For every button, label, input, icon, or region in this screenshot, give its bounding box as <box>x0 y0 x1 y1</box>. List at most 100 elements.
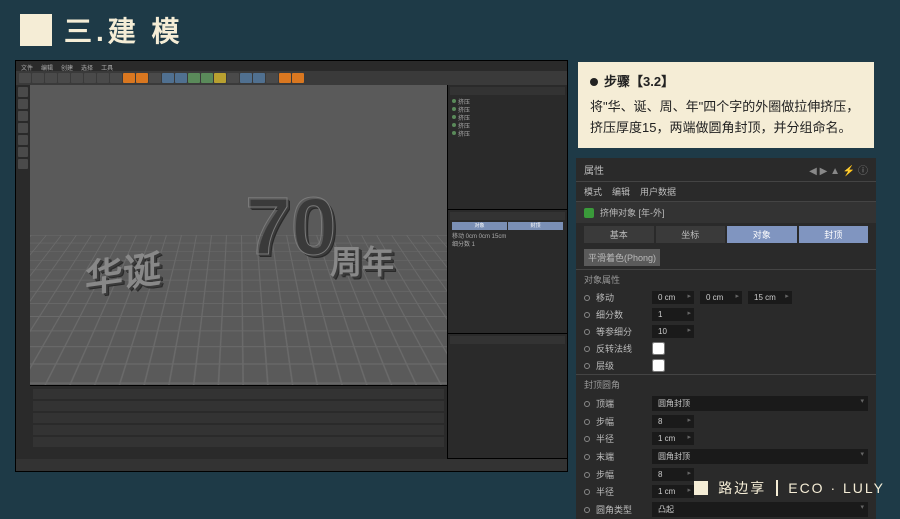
tool-rotate-icon[interactable] <box>97 73 109 83</box>
tab-caps[interactable]: 封顶 <box>799 226 869 243</box>
3d-text-huadan: 华诞 <box>85 238 161 304</box>
menubar[interactable]: 文件 编辑 创建 选择 工具 <box>16 61 567 71</box>
mode-tab[interactable]: 编辑 <box>612 185 630 198</box>
3d-viewport[interactable]: 70 华诞 周年 <box>30 85 447 385</box>
checkbox-flip[interactable] <box>652 342 665 355</box>
dropdown-type[interactable]: 凸起 <box>652 502 868 517</box>
panel-header <box>450 212 565 220</box>
visibility-dot-icon[interactable] <box>452 123 456 127</box>
menu-item[interactable]: 选择 <box>81 63 93 69</box>
object-item[interactable]: 挤压 <box>450 129 565 137</box>
tool-icon[interactable] <box>149 73 161 83</box>
tool-icon[interactable] <box>214 73 226 83</box>
mode-icon[interactable] <box>18 87 28 97</box>
timeline-row <box>33 401 444 411</box>
cap-row-type: 圆角类型凸起 <box>576 500 876 519</box>
menu-item[interactable]: 工具 <box>101 63 113 69</box>
checkbox-hier[interactable] <box>652 359 665 372</box>
tool-icon[interactable] <box>253 73 265 83</box>
mode-icon[interactable] <box>18 147 28 157</box>
field-y[interactable]: 0 cm <box>700 291 742 304</box>
tab-coord[interactable]: 坐标 <box>656 226 726 243</box>
field-radius2[interactable]: 1 cm <box>652 485 694 498</box>
tool-icon[interactable] <box>279 73 291 83</box>
field-steps[interactable]: 8 <box>652 415 694 428</box>
footer-brand2: ECO · LULY <box>776 480 885 496</box>
prop-row-subdiv: 细分数1 <box>576 306 876 323</box>
mode-tab[interactable]: 模式 <box>584 185 602 198</box>
mode-icon[interactable] <box>18 135 28 145</box>
tool-icon[interactable] <box>201 73 213 83</box>
anim-dot-icon[interactable] <box>584 419 590 425</box>
tool-icon[interactable] <box>45 73 57 83</box>
mode-tab[interactable]: 用户数据 <box>640 185 676 198</box>
visibility-dot-icon[interactable] <box>452 131 456 135</box>
tool-icon[interactable] <box>240 73 252 83</box>
timeline-row <box>33 425 444 435</box>
prop-row-flip: 反转法线 <box>576 340 876 357</box>
visibility-dot-icon[interactable] <box>452 99 456 103</box>
tool-icon[interactable] <box>58 73 70 83</box>
mode-icon[interactable] <box>18 99 28 109</box>
tool-render-icon[interactable] <box>123 73 135 83</box>
tab-basic[interactable]: 基本 <box>584 226 654 243</box>
c4d-app-window: 文件 编辑 创建 选择 工具 70 华诞 周年 <box>15 60 568 472</box>
anim-dot-icon[interactable] <box>584 312 590 318</box>
main-content: 文件编辑创建选择工具 70 华诞 周年 <box>0 60 900 519</box>
tool-nurbs-icon[interactable] <box>188 73 200 83</box>
tool-icon[interactable] <box>110 73 122 83</box>
anim-dot-icon[interactable] <box>584 295 590 301</box>
visibility-dot-icon[interactable] <box>452 115 456 119</box>
field-z[interactable]: 15 cm <box>748 291 792 304</box>
object-manager[interactable]: 挤压 挤压 挤压 挤压 挤压 <box>448 85 567 210</box>
field-x[interactable]: 0 cm <box>652 291 694 304</box>
tool-redo-icon[interactable] <box>32 73 44 83</box>
anim-dot-icon[interactable] <box>584 329 590 335</box>
anim-dot-icon[interactable] <box>584 472 590 478</box>
tab-object[interactable]: 对象 <box>727 226 797 243</box>
property-tabs: 基本 坐标 对象 封顶 <box>576 223 876 246</box>
anim-dot-icon[interactable] <box>584 436 590 442</box>
timeline-row <box>33 413 444 423</box>
attr-tab[interactable]: 对象 <box>452 222 507 230</box>
phong-tag[interactable]: 平滑着色(Phong) <box>584 249 660 266</box>
tool-icon[interactable] <box>227 73 239 83</box>
phong-row: 平滑着色(Phong) <box>576 246 876 269</box>
timeline-ruler[interactable] <box>33 389 444 399</box>
anim-dot-icon[interactable] <box>584 346 590 352</box>
tool-scale-icon[interactable] <box>84 73 96 83</box>
tool-icon[interactable] <box>266 73 278 83</box>
anim-dot-icon[interactable] <box>584 507 590 513</box>
timeline-panel[interactable] <box>30 385 447 459</box>
right-column: 步骤【3.2】 将"华、诞、周、年"四个字的外圈做拉伸挤压，挤压厚度15，两端做… <box>576 60 876 519</box>
tool-icon[interactable] <box>292 73 304 83</box>
menu-item[interactable]: 编辑 <box>41 63 53 69</box>
tool-cube-icon[interactable] <box>162 73 174 83</box>
tool-undo-icon[interactable] <box>19 73 31 83</box>
props-title: 属性 <box>584 162 604 177</box>
menu-item[interactable]: 文件 <box>21 63 33 69</box>
section-object-props: 对象属性 <box>576 269 876 289</box>
mode-icon[interactable] <box>18 123 28 133</box>
anim-dot-icon[interactable] <box>584 363 590 369</box>
prop-row-hier: 层级 <box>576 357 876 374</box>
field-subdiv[interactable]: 1 <box>652 308 694 321</box>
attr-tab[interactable]: 封顶 <box>508 222 563 230</box>
field-radius[interactable]: 1 cm <box>652 432 694 445</box>
anim-dot-icon[interactable] <box>584 401 590 407</box>
menu-item[interactable]: 创建 <box>61 63 73 69</box>
dropdown-top[interactable]: 圆角封顶 <box>652 396 868 411</box>
mode-icon[interactable] <box>18 111 28 121</box>
field-iso[interactable]: 10 <box>652 325 694 338</box>
props-toolbar-icons: ◀ ▶ ▲ ⚡ ⓘ <box>809 162 868 177</box>
mode-icon[interactable] <box>18 159 28 169</box>
mode-tabs: 模式 编辑 用户数据 <box>576 182 876 202</box>
anim-dot-icon[interactable] <box>584 454 590 460</box>
field-steps2[interactable]: 8 <box>652 468 694 481</box>
tool-icon[interactable] <box>136 73 148 83</box>
visibility-dot-icon[interactable] <box>452 107 456 111</box>
anim-dot-icon[interactable] <box>584 489 590 495</box>
tool-icon[interactable] <box>175 73 187 83</box>
dropdown-bottom[interactable]: 圆角封顶 <box>652 449 868 464</box>
tool-move-icon[interactable] <box>71 73 83 83</box>
